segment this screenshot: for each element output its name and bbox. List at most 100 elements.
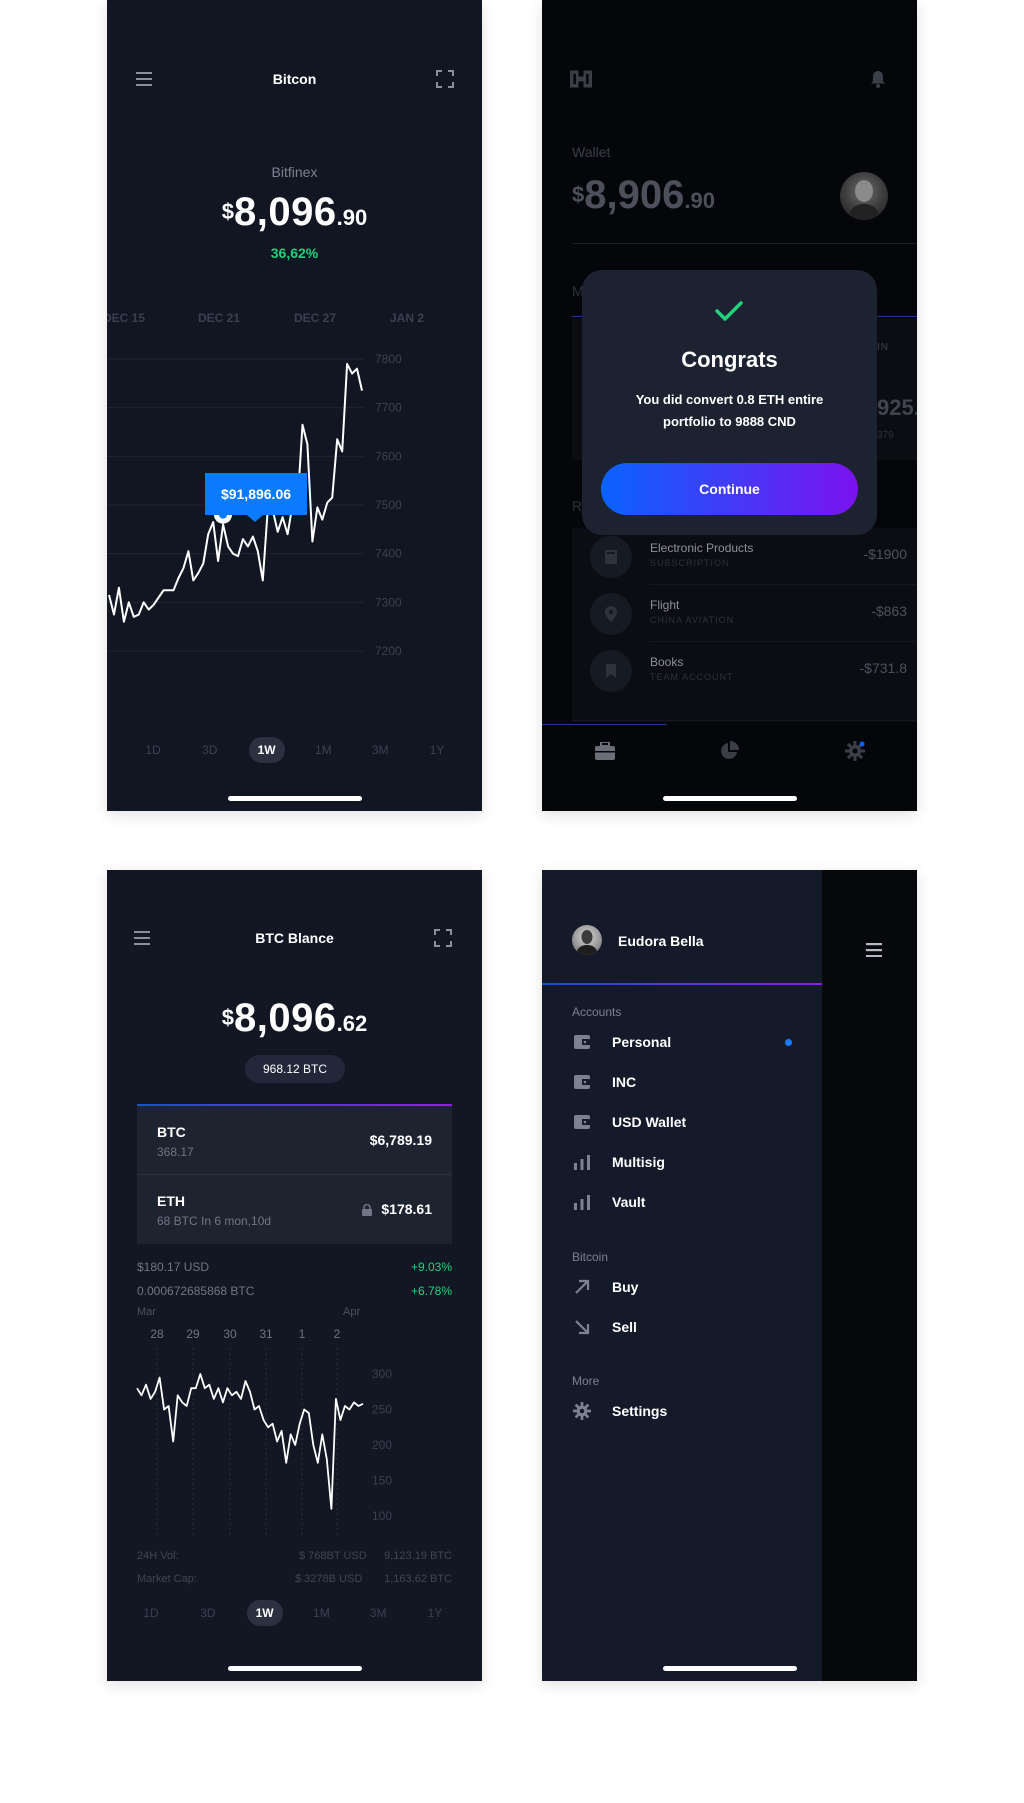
y-tick-label: 150: [372, 1474, 392, 1488]
menu-item-settings[interactable]: Settings: [572, 1399, 667, 1423]
footer-usd: $ 768BT USD: [299, 1550, 367, 1562]
y-tick-label: 7700: [375, 401, 402, 415]
coin-value: $178.61: [381, 1201, 432, 1217]
stat-label: $180.17 USD: [137, 1260, 210, 1274]
header-accent-line: [542, 983, 822, 985]
menu-item-usd-wallet[interactable]: USD Wallet: [572, 1110, 686, 1134]
coin-card-eth[interactable]: ETH 68 BTC In 6 mon,10d $178.61: [137, 1175, 452, 1244]
pie-chart-icon[interactable]: [718, 740, 740, 762]
price-whole: 8,096: [234, 190, 337, 234]
home-indicator[interactable]: [662, 1666, 797, 1671]
coin-symbol: BTC: [157, 1124, 186, 1140]
menu-label: Settings: [612, 1403, 668, 1419]
menu-item-vault[interactable]: Vault: [572, 1190, 645, 1214]
briefcase-icon[interactable]: [594, 740, 616, 762]
transactions-list: Electronic Products SUBSCRIPTION -$1900 …: [572, 528, 917, 722]
range-1w[interactable]: 1W: [248, 737, 285, 763]
app-logo-icon: [570, 68, 592, 90]
menu-item-multisig[interactable]: Multisig: [572, 1150, 665, 1174]
range-1y[interactable]: 1Y: [417, 1600, 453, 1626]
date-label: DEC 21: [198, 311, 241, 325]
transaction-row[interactable]: Books TEAM ACCOUNT -$731.8: [572, 642, 917, 698]
menu-item-sell[interactable]: Sell: [572, 1315, 637, 1339]
y-tick-label: 7800: [375, 352, 402, 366]
coin-sub: 68 BTC In 6 mon,10d: [157, 1214, 272, 1228]
home-indicator[interactable]: [227, 796, 362, 801]
range-1w[interactable]: 1W: [246, 1600, 283, 1626]
range-1y[interactable]: 1Y: [419, 737, 455, 763]
range-3d[interactable]: 3D: [192, 737, 228, 763]
modal-title: Congrats: [681, 347, 778, 372]
range-3d[interactable]: 3D: [190, 1600, 226, 1626]
wallet-icon: [572, 1072, 592, 1092]
y-tick-label: 7400: [375, 547, 402, 561]
btc-amount-pill: 968.12 BTC: [245, 1055, 345, 1083]
wallet-label: Wallet: [572, 144, 611, 160]
divider: [572, 243, 917, 244]
arrow-up-right-icon: [572, 1277, 592, 1297]
home-indicator[interactable]: [227, 1666, 362, 1671]
y-tick-label: 250: [372, 1403, 392, 1417]
price-line-chart[interactable]: 7800 7700 7600 7500 7400 7300 7200: [107, 340, 482, 720]
range-3m[interactable]: 3M: [362, 737, 398, 763]
transaction-sub: CHINA AVIATION: [650, 615, 735, 625]
menu-label: Multisig: [612, 1154, 665, 1170]
stat-change: +9.03%: [410, 1260, 452, 1274]
transaction-amount: -$1900: [863, 546, 907, 562]
transaction-row[interactable]: Electronic Products SUBSCRIPTION -$1900: [572, 528, 917, 584]
menu-item-personal[interactable]: Personal: [572, 1030, 792, 1054]
continue-button[interactable]: Continue: [601, 463, 858, 515]
partial-label: R: [572, 498, 583, 514]
partial-label: IN: [877, 342, 889, 353]
transaction-amount: -$731.8: [859, 660, 907, 676]
wallet-icon: [572, 1112, 592, 1132]
menu-label: Buy: [612, 1279, 639, 1295]
wallet-icon: [572, 1032, 592, 1052]
transaction-row[interactable]: Flight CHINA AVIATION -$863: [572, 585, 917, 641]
range-1d[interactable]: 1D: [133, 1600, 169, 1626]
menu-item-inc[interactable]: INC: [572, 1070, 636, 1094]
section-label-more: More: [572, 1374, 600, 1388]
x-tick-label: 1: [299, 1327, 306, 1341]
range-3m[interactable]: 3M: [360, 1600, 396, 1626]
section-label-bitcoin: Bitcoin: [572, 1250, 609, 1264]
change-percent: 36,62%: [270, 245, 319, 261]
range-1m[interactable]: 1M: [303, 1600, 339, 1626]
y-tick-label: 7300: [375, 595, 402, 609]
date-label: DEC 27: [294, 311, 337, 325]
menu-item-buy[interactable]: Buy: [572, 1275, 638, 1299]
btc-balance-screen: BTC Blance $8,096.62 968.12 BTC BTC 368.…: [107, 870, 482, 1681]
location-pin-icon: [590, 593, 632, 635]
avatar[interactable]: [840, 172, 888, 220]
fullscreen-icon[interactable]: [432, 927, 454, 949]
date-label: JAN 2: [390, 311, 425, 325]
x-tick-label: 29: [186, 1327, 200, 1341]
hamburger-menu-icon[interactable]: [863, 939, 885, 961]
tooltip-pointer: [247, 515, 263, 522]
stat-label: 0.000672685868 BTC: [137, 1284, 255, 1298]
wallet-screen-with-modal: Wallet $8,906.90 M IN 925. 379 R Electro…: [542, 0, 917, 811]
home-indicator[interactable]: [662, 796, 797, 801]
gear-icon[interactable]: [844, 740, 866, 762]
bars-icon: [572, 1152, 592, 1172]
coin-card-btc[interactable]: BTC 368.17 $6,789.19: [137, 1106, 452, 1174]
currency-symbol: $: [572, 182, 585, 207]
transaction-name: Flight: [650, 598, 680, 612]
balance-cents: .90: [684, 188, 715, 213]
y-tick-label: 200: [372, 1438, 392, 1452]
side-drawer: Eudora Bella Accounts Personal INC USD W…: [542, 870, 822, 1681]
range-1d[interactable]: 1D: [135, 737, 171, 763]
user-name[interactable]: Eudora Bella: [618, 933, 704, 949]
checkmark-icon: [715, 300, 743, 327]
avatar[interactable]: [572, 925, 602, 955]
fullscreen-icon[interactable]: [434, 68, 456, 90]
bell-icon[interactable]: [867, 68, 889, 90]
bookmark-icon: [590, 650, 632, 692]
btc-line-chart[interactable]: 28 29 30 31 1 2 300 250 200 150 100: [107, 1326, 482, 1566]
range-1m[interactable]: 1M: [305, 737, 341, 763]
transaction-name: Electronic Products: [650, 541, 754, 555]
series-line: [136, 1373, 364, 1510]
time-range-selector: 1D 3D 1W 1M 3M 1Y: [135, 737, 455, 763]
exchange-name: Bitfinex: [271, 164, 318, 180]
price-tooltip: $91,896.06: [205, 473, 307, 515]
